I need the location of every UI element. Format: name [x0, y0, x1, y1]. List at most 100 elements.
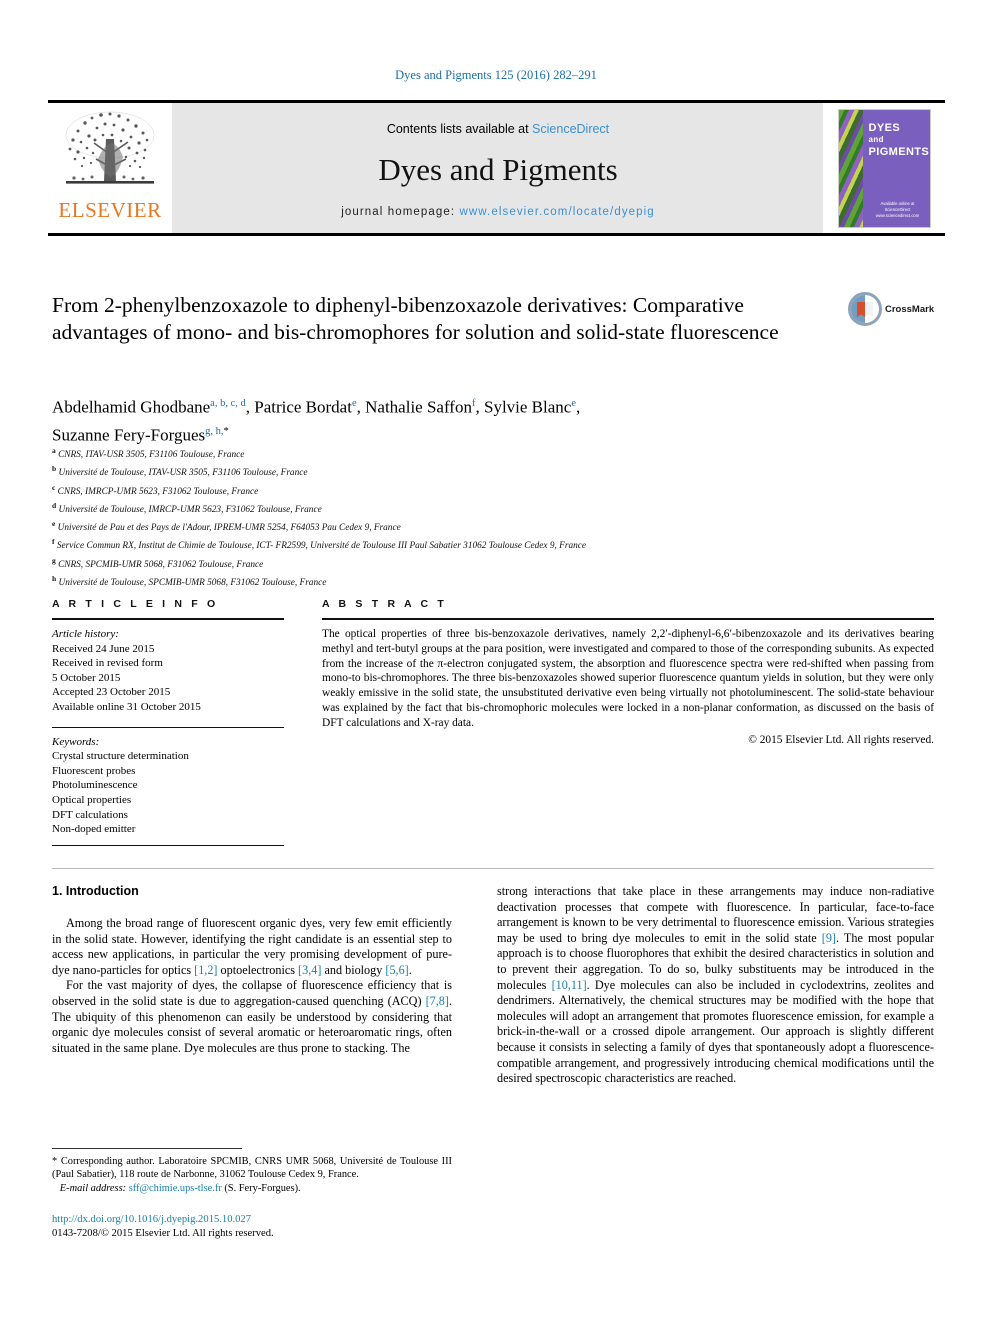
elsevier-logo: ELSEVIER [48, 103, 172, 233]
abstract-body: The optical properties of three bis-benz… [322, 627, 934, 747]
body-column-left: 1. Introduction Among the broad range of… [52, 884, 452, 1056]
crossmark-badge[interactable]: CrossMark [848, 292, 934, 326]
affiliation-item: f Service Commun RX, Institut de Chimie … [52, 535, 932, 553]
abstract-copyright: © 2015 Elsevier Ltd. All rights reserved… [748, 733, 934, 746]
citation-ref[interactable]: [5,6] [385, 963, 408, 977]
affiliation-item: h Université de Toulouse, SPCMIB-UMR 506… [52, 572, 932, 590]
citation-ref[interactable]: [1,2] [194, 963, 217, 977]
journal-cover-thumbnail: DYES and PIGMENTS Available online at Sc… [823, 103, 945, 233]
affiliation-item: e Université de Pau et des Pays de l'Ado… [52, 517, 932, 535]
paragraph: strong interactions that take place in t… [497, 884, 934, 1087]
masthead-center: Contents lists available at ScienceDirec… [172, 103, 823, 233]
keyword-item: Optical properties [52, 793, 132, 806]
abstract-section: A B S T R A C T The optical properties o… [322, 598, 934, 747]
author-list: Abdelhamid Ghodbanea, b, c, d, Patrice B… [52, 397, 581, 445]
article-history: Article history: Received 24 June 2015 Re… [52, 627, 284, 715]
author-name: Sylvie Blanc [483, 397, 572, 417]
article-history-item: 5 October 2015 [52, 671, 121, 684]
intro-paragraphs-left: Among the broad range of fluorescent org… [52, 916, 452, 1056]
affiliation-text: CNRS, IMRCP-UMR 5623, F31062 Toulouse, F… [55, 486, 259, 497]
email-label: E-mail address: [59, 1182, 127, 1194]
keywords-title: Keywords: [52, 735, 100, 748]
body-column-right: strong interactions that take place in t… [497, 884, 934, 1087]
keyword-item: Crystal structure determination [52, 750, 189, 763]
paragraph-text: . Dye molecules can also be included in … [497, 977, 934, 1086]
journal-homepage-link[interactable]: www.elsevier.com/locate/dyepig [459, 206, 654, 218]
journal-homepage-line: journal homepage: www.elsevier.com/locat… [341, 206, 655, 218]
email-suffix: (S. Fery-Forgues). [221, 1182, 301, 1194]
homepage-prefix: journal homepage: [341, 206, 460, 218]
author-affiliation-marks: f [471, 398, 476, 409]
author-affiliation-marks: a, b, c, d [210, 398, 246, 409]
paragraph-text: . [408, 962, 412, 977]
paragraph: Among the broad range of fluorescent org… [52, 916, 452, 978]
intro-paragraphs-right: strong interactions that take place in t… [497, 884, 934, 1087]
author-affiliation-marks: e [351, 398, 357, 409]
article-history-item: Received in revised form [52, 657, 163, 670]
cover-title-line3: PIGMENTS [868, 145, 930, 158]
affiliation-text: CNRS, SPCMIB-UMR 5068, F31062 Toulouse, … [55, 559, 264, 570]
sciencedirect-link[interactable]: ScienceDirect [532, 122, 609, 136]
article-title: From 2-phenylbenzoxazole to diphenyl-bib… [52, 293, 779, 344]
footnote-text: Corresponding author. Laboratoire SPCMIB… [52, 1156, 452, 1181]
issn-copyright-line: 0143-7208/© 2015 Elsevier Ltd. All right… [52, 1228, 274, 1239]
keyword-item: DFT calculations [52, 808, 128, 821]
article-history-item: Available online 31 October 2015 [52, 700, 201, 713]
citation-ref[interactable]: [7,8] [426, 994, 449, 1008]
affiliation-item: c CNRS, IMRCP-UMR 5623, F31062 Toulouse,… [52, 481, 932, 499]
divider [52, 868, 934, 869]
divider [52, 844, 284, 846]
journal-title: Dyes and Pigments [378, 152, 618, 187]
paragraph-text: optoelectronics [217, 962, 299, 977]
affiliation-item: b Université de Toulouse, ITAV-USR 3505,… [52, 462, 932, 480]
citation-ref[interactable]: [10,11] [552, 978, 587, 992]
abstract-heading: A B S T R A C T [322, 598, 447, 610]
journal-masthead: ELSEVIER Contents lists available at Sci… [48, 100, 945, 236]
corresponding-author-marker: * [223, 425, 229, 437]
affiliation-item: d Université de Toulouse, IMRCP-UMR 5623… [52, 499, 932, 517]
keywords-block: Keywords: Crystal structure determinatio… [52, 735, 284, 837]
paragraph-text: For the vast majority of dyes, the colla… [52, 978, 452, 1008]
author-name: Abdelhamid Ghodbane [52, 397, 211, 417]
article-first-page: Dyes and Pigments 125 (2016) 282–291 ELS… [0, 0, 992, 1323]
cover-art-strip [838, 109, 863, 227]
email-link[interactable]: sff@chimie.ups-tlse.fr [129, 1183, 222, 1194]
section-heading-introduction: 1. Introduction [52, 884, 139, 898]
author-affiliation-marks: e [571, 398, 577, 409]
author-name: Nathalie Saffon [365, 397, 472, 417]
affiliation-text: CNRS, ITAV-USR 3505, F31106 Toulouse, Fr… [55, 450, 245, 461]
corresponding-author-footnote: * Corresponding author. Laboratoire SPCM… [52, 1155, 452, 1195]
doi-link[interactable]: http://dx.doi.org/10.1016/j.dyepig.2015.… [52, 1213, 472, 1227]
affiliation-text: Université de Toulouse, ITAV-USR 3505, F… [56, 468, 308, 479]
affiliation-text: Université de Pau et des Pays de l'Adour… [55, 523, 401, 534]
doi-block: http://dx.doi.org/10.1016/j.dyepig.2015.… [52, 1213, 472, 1241]
citation-ref[interactable]: [9] [822, 931, 836, 945]
affiliation-text: Service Commun RX, Institut de Chimie de… [54, 541, 586, 552]
paragraph-text: and biology [321, 962, 386, 977]
keyword-item: Fluorescent probes [52, 764, 136, 777]
crossmark-label: CrossMark [885, 303, 935, 315]
divider [52, 726, 284, 728]
divider [52, 618, 284, 620]
abstract-text: The optical properties of three bis-benz… [322, 628, 934, 729]
cover-title-line1: DYES [868, 121, 901, 134]
author-name: Suzanne Fery-Forgues [52, 425, 206, 445]
contents-prefix: Contents lists available at [386, 122, 533, 136]
elsevier-wordmark: ELSEVIER [58, 198, 162, 222]
article-history-title: Article history: [52, 628, 119, 640]
article-info-heading: A R T I C L E I N F O [52, 598, 219, 610]
citation-ref[interactable]: [3,4] [298, 963, 321, 977]
article-history-item: Received 24 June 2015 [52, 642, 155, 655]
author-affiliation-marks: g, h, [205, 425, 224, 437]
affiliation-item: a CNRS, ITAV-USR 3505, F31106 Toulouse, … [52, 444, 932, 462]
cover-footer-text: Available online at ScienceDirect www.sc… [875, 200, 920, 218]
article-history-item: Accepted 23 October 2015 [52, 686, 171, 699]
cover-title: DYES and PIGMENTS [868, 121, 930, 158]
article-info-section: A R T I C L E I N F O Article history: R… [52, 598, 284, 846]
affiliation-list: a CNRS, ITAV-USR 3505, F31106 Toulouse, … [52, 444, 932, 590]
affiliation-text: Université de Toulouse, IMRCP-UMR 5623, … [56, 504, 322, 515]
divider [52, 1148, 242, 1149]
affiliation-text: Université de Toulouse, SPCMIB-UMR 5068,… [56, 578, 327, 589]
affiliation-item: g CNRS, SPCMIB-UMR 5068, F31062 Toulouse… [52, 554, 932, 572]
paragraph: For the vast majority of dyes, the colla… [52, 978, 452, 1056]
